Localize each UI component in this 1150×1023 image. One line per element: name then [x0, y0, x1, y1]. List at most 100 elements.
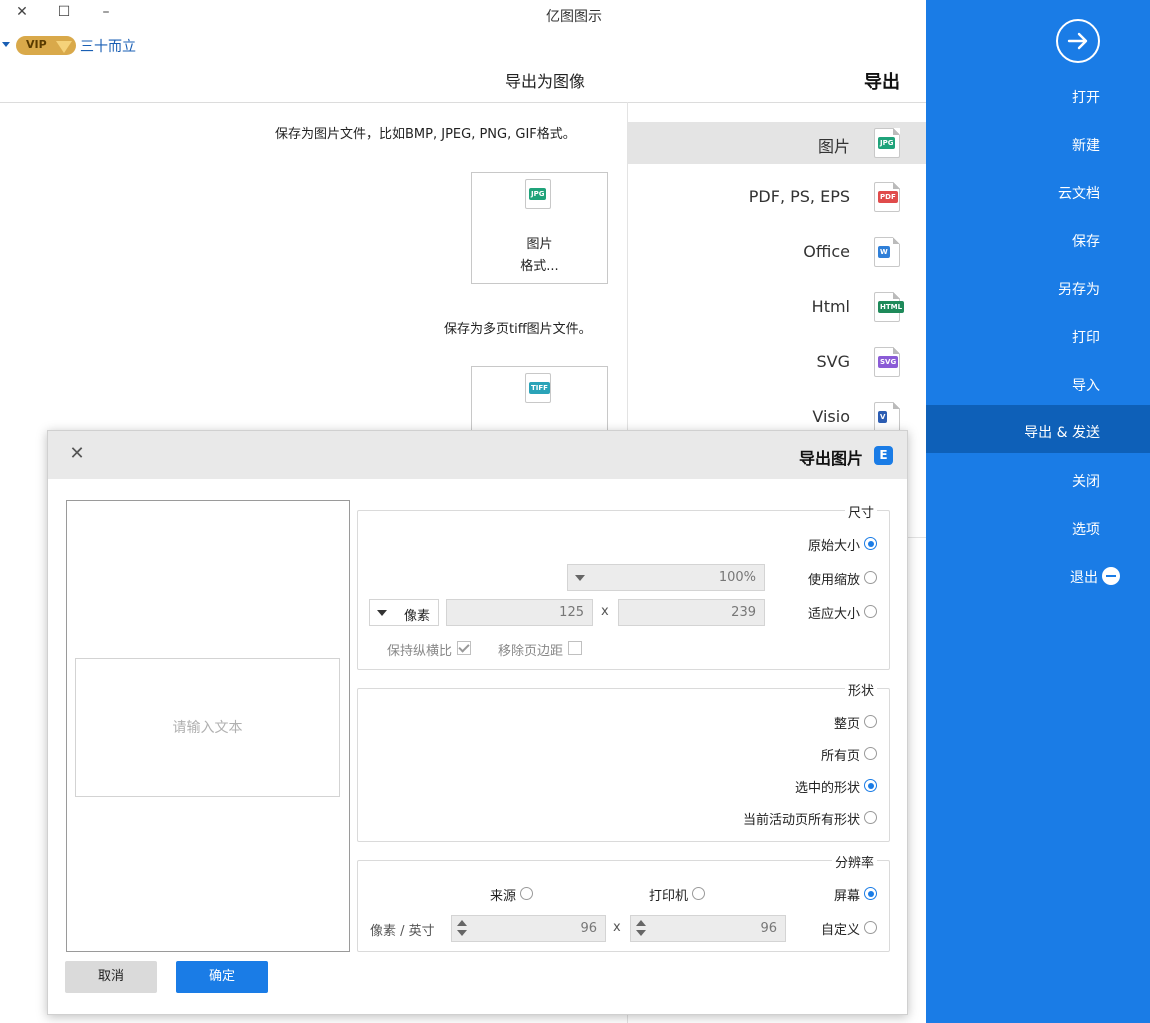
- minus-circle-icon: [1102, 567, 1120, 585]
- image-format-card[interactable]: JPG 图片 格式...: [471, 172, 608, 284]
- backstage-sidebar: 打开 新建 云文档 保存 另存为 打印 导入 导出 & 发送 关闭 选项 退出: [926, 0, 1150, 1023]
- sidebar-item-label: 新建: [1072, 138, 1100, 154]
- radio-label: 所有页: [820, 749, 860, 764]
- dialog-title: 导出图片: [798, 449, 863, 468]
- checkbox-box: [457, 641, 471, 655]
- spin-up-icon[interactable]: [457, 920, 467, 926]
- dpi-y-input[interactable]: 96: [451, 915, 606, 942]
- dpi-unit-label: 像素 / 英寸: [370, 924, 435, 939]
- radio-label: 原始大小: [807, 539, 860, 554]
- size-legend: 尺寸: [844, 502, 877, 521]
- minimize-window-button[interactable]: –: [94, 2, 118, 22]
- word-tag: W: [878, 246, 890, 258]
- width-input[interactable]: 239: [618, 599, 765, 626]
- chevron-down-icon: [377, 610, 387, 616]
- svg-file-icon: SVG: [874, 347, 900, 377]
- radio-circle: [864, 605, 877, 618]
- arrow-right-icon: [1067, 32, 1088, 50]
- app-logo-icon: E: [874, 446, 893, 465]
- size-x-separator: x: [601, 604, 609, 619]
- spin-down-icon[interactable]: [636, 930, 646, 936]
- header-divider: [0, 102, 926, 103]
- vip-badge: VIP: [16, 36, 76, 55]
- unit-dropdown[interactable]: 像素: [369, 599, 439, 626]
- ok-button[interactable]: 确定: [176, 961, 268, 993]
- sidebar-item-cloud-docs[interactable]: 云文档: [926, 168, 1150, 216]
- preview-placeholder-text: 请输入文本: [172, 720, 243, 736]
- radio-circle: [864, 715, 877, 728]
- sidebar-item-print[interactable]: 打印: [926, 312, 1150, 360]
- resolution-group: 分辨率 屏幕 打印机 来源 自定义 96 x 96 像素 / 英寸: [357, 852, 890, 952]
- sidebar-item-label: 打印: [1072, 330, 1100, 346]
- format-label: PDF, PS, EPS: [748, 187, 850, 206]
- format-item-svg[interactable]: SVG SVG: [628, 341, 926, 383]
- radio-circle: [864, 811, 877, 824]
- maximize-window-button[interactable]: ☐: [52, 2, 76, 22]
- pdf-tag: PDF: [878, 191, 898, 203]
- resolution-legend: 分辨率: [831, 852, 877, 871]
- sidebar-item-save[interactable]: 保存: [926, 216, 1150, 264]
- visio-tag: V: [878, 411, 888, 423]
- radio-label: 使用缩放: [807, 573, 860, 588]
- sidebar-item-label: 保存: [1072, 234, 1100, 250]
- unit-value: 像素: [403, 609, 430, 624]
- keep-ratio-checkbox[interactable]: 保持纵横比: [371, 640, 471, 659]
- format-label: Html: [811, 297, 850, 316]
- jpg-file-icon: JPG: [525, 179, 551, 209]
- format-label: 图片: [817, 137, 850, 156]
- dpi-x-separator: x: [613, 920, 621, 935]
- scale-dropdown[interactable]: 100%: [567, 564, 765, 591]
- user-name[interactable]: 三十而立: [80, 36, 136, 56]
- radio-label: 打印机: [648, 889, 688, 904]
- window-title: 亿图图示: [546, 9, 602, 25]
- sidebar-item-exit[interactable]: 退出: [926, 552, 1150, 600]
- checkbox-box: [568, 641, 582, 655]
- dpi-x-input[interactable]: 96: [630, 915, 786, 942]
- format-item-pdf[interactable]: PDF, PS, EPS PDF: [628, 176, 926, 218]
- format-label: SVG: [816, 352, 851, 371]
- width-value: 239: [731, 605, 756, 620]
- tiff-export-description: 保存为多页tiff图片文件。: [444, 322, 592, 337]
- word-file-icon: W: [874, 237, 900, 267]
- radio-label: 适应大小: [807, 607, 860, 622]
- radio-label: 整页: [833, 717, 860, 732]
- dialog-close-button[interactable]: ✕: [66, 443, 88, 465]
- sidebar-item-label: 打开: [1072, 90, 1100, 106]
- sidebar-item-save-as[interactable]: 另存为: [926, 264, 1150, 312]
- spin-down-icon[interactable]: [457, 930, 467, 936]
- close-window-button[interactable]: ✕: [10, 2, 34, 22]
- image-export-description: 保存为图片文件，比如BMP, JPEG, PNG, GIF格式。: [275, 127, 576, 142]
- back-button[interactable]: [1056, 19, 1100, 63]
- html-tag: HTML: [878, 301, 905, 313]
- card-label-line1: 图片: [526, 237, 553, 252]
- sidebar-item-export-send[interactable]: 导出 & 发送: [926, 405, 1150, 453]
- svg-tag: SVG: [878, 356, 899, 368]
- radio-circle: [864, 779, 877, 792]
- radio-label: 来源: [489, 889, 516, 904]
- format-item-office[interactable]: Office W: [628, 231, 926, 273]
- format-label: Office: [803, 242, 850, 261]
- sidebar-item-label: 云文档: [1058, 186, 1100, 202]
- sidebar-item-label: 另存为: [1058, 282, 1100, 298]
- checkbox-label: 保持纵横比: [386, 644, 452, 659]
- spin-up-icon[interactable]: [636, 920, 646, 926]
- cancel-button[interactable]: 取消: [65, 961, 157, 993]
- radio-circle: [864, 887, 877, 900]
- format-item-image[interactable]: 图片 JPG: [628, 122, 926, 164]
- sidebar-item-new[interactable]: 新建: [926, 120, 1150, 168]
- sidebar-item-import[interactable]: 导入: [926, 360, 1150, 408]
- remove-margin-checkbox[interactable]: 移除页边距: [482, 640, 582, 659]
- shape-legend: 形状: [844, 680, 877, 699]
- format-item-html[interactable]: Html HTML: [628, 286, 926, 328]
- chevron-down-icon: [575, 575, 585, 581]
- sidebar-item-options[interactable]: 选项: [926, 504, 1150, 552]
- radio-circle: [864, 921, 877, 934]
- sidebar-item-close[interactable]: 关闭: [926, 456, 1150, 504]
- radio-circle: [864, 571, 877, 584]
- radio-circle: [864, 537, 877, 550]
- radio-circle: [864, 747, 877, 760]
- radio-circle: [692, 887, 705, 900]
- height-input[interactable]: 125: [446, 599, 593, 626]
- tiff-tag: TIFF: [529, 382, 550, 394]
- sidebar-item-open[interactable]: 打开: [926, 72, 1150, 120]
